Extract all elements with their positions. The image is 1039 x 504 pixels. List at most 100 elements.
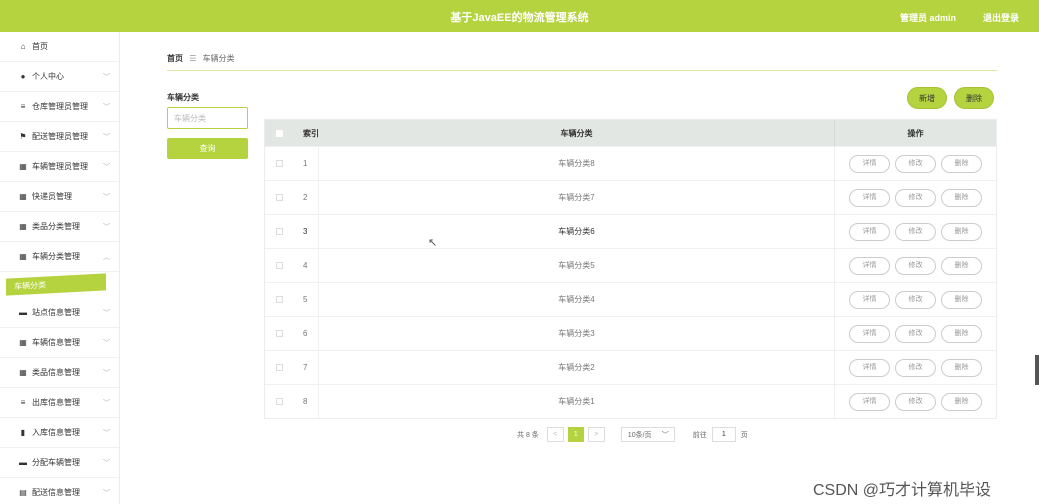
edit-button[interactable]: 修改: [895, 324, 936, 343]
row-checkbox[interactable]: [275, 296, 283, 303]
table-header: 索引 车辆分类 操作: [265, 120, 996, 146]
logout-link[interactable]: 退出登录: [983, 11, 1019, 24]
sidebar-item[interactable]: ⌂ 首页: [0, 32, 119, 62]
sidebar-item[interactable]: ⚑ 配送管理员管理 ﹀: [0, 122, 119, 152]
detail-button[interactable]: 详情: [849, 358, 890, 377]
row-delete-button[interactable]: 删除: [941, 154, 982, 173]
sidebar-item[interactable]: ▦ 类品信息管理 ﹀: [0, 358, 119, 388]
sidebar-subitem-active[interactable]: 车辆分类: [6, 273, 106, 296]
goto-label: 前往: [692, 431, 707, 439]
edit-button[interactable]: 修改: [895, 392, 936, 411]
sidebar-item[interactable]: ▦ 车辆分类管理 ︿: [0, 242, 119, 272]
detail-button[interactable]: 详情: [849, 290, 890, 309]
flag-icon: ⚑: [19, 132, 27, 141]
prev-page-button[interactable]: <: [546, 427, 564, 442]
sidebar-item[interactable]: ▮ 入库信息管理 ﹀: [0, 418, 119, 448]
grid-icon: ▦: [19, 252, 27, 261]
row-checkbox[interactable]: [275, 160, 283, 167]
sidebar-item-label: 车辆信息管理: [32, 338, 80, 347]
table-row[interactable]: 3 车辆分类6 详情 修改 删除: [265, 214, 996, 248]
row-delete-button[interactable]: 删除: [941, 222, 982, 241]
edit-button[interactable]: 修改: [895, 188, 936, 207]
chevron-icon: ﹀: [103, 224, 110, 231]
chart-icon: ▮: [20, 428, 26, 437]
sidebar-item[interactable]: ▦ 车辆信息管理 ﹀: [0, 328, 119, 358]
chevron-icon: ﹀: [103, 310, 110, 317]
row-delete-button[interactable]: 删除: [941, 358, 982, 377]
chevron-icon: ﹀: [103, 194, 110, 201]
header-ops: 操作: [907, 128, 924, 138]
row-index: 1: [293, 147, 319, 180]
breadcrumb-home[interactable]: 首页: [167, 54, 183, 63]
edit-button[interactable]: 修改: [895, 358, 936, 377]
sidebar-item-label: 个人中心: [32, 72, 64, 81]
goto-page-input[interactable]: [711, 427, 736, 442]
select-all-checkbox[interactable]: [275, 129, 283, 137]
sidebar-item[interactable]: ▦ 车辆管理员管理 ﹀: [0, 152, 119, 182]
next-page-button[interactable]: >: [587, 427, 605, 442]
sidebar-item[interactable]: ● 个人中心 ﹀: [0, 62, 119, 92]
row-delete-button[interactable]: 删除: [941, 290, 982, 309]
row-delete-button[interactable]: 删除: [941, 392, 982, 411]
edit-button[interactable]: 修改: [895, 290, 936, 309]
sidebar-item-label: 车辆分类管理: [32, 252, 80, 261]
chevron-icon: ︿: [103, 254, 110, 261]
detail-button[interactable]: 详情: [849, 188, 890, 207]
search-button[interactable]: 查询: [167, 138, 248, 159]
detail-button[interactable]: 详情: [849, 222, 890, 241]
table-row[interactable]: 4 车辆分类5 详情 修改 删除: [265, 248, 996, 282]
edit-button[interactable]: 修改: [895, 222, 936, 241]
delete-button[interactable]: 删除: [954, 87, 994, 109]
row-checkbox[interactable]: [275, 364, 283, 371]
scrollbar-thumb[interactable]: [1035, 355, 1039, 385]
sidebar-item[interactable]: ≡ 出库信息管理 ﹀: [0, 388, 119, 418]
row-checkbox[interactable]: [275, 398, 283, 405]
sidebar-item-label: 仓库管理员管理: [32, 102, 88, 111]
page-size-select[interactable]: 10条/页 ﹀: [620, 427, 675, 442]
breadcrumb-divider: [167, 70, 997, 71]
sidebar-item[interactable]: ▬ 分配车辆管理 ﹀: [0, 448, 119, 478]
sidebar-item[interactable]: ▤ 配送信息管理 ﹀: [0, 478, 119, 504]
sidebar-item[interactable]: ≡ 仓库管理员管理 ﹀: [0, 92, 119, 122]
user-icon: ●: [20, 72, 26, 81]
table-row[interactable]: 1 车辆分类8 详情 修改 删除: [265, 146, 996, 180]
app-title: 基于JavaEE的物流管理系统: [450, 12, 589, 24]
sidebar-item[interactable]: ▦ 快递员管理 ﹀: [0, 182, 119, 212]
row-name: 车辆分类8: [319, 147, 835, 180]
detail-button[interactable]: 详情: [849, 256, 890, 275]
detail-button[interactable]: 详情: [849, 324, 890, 343]
row-delete-button[interactable]: 删除: [941, 188, 982, 207]
search-input[interactable]: [167, 107, 248, 129]
row-checkbox[interactable]: [275, 228, 283, 235]
table-row[interactable]: 7 车辆分类2 详情 修改 删除: [265, 350, 996, 384]
row-actions: 详情 修改 删除: [835, 256, 996, 275]
detail-button[interactable]: 详情: [849, 392, 890, 411]
row-delete-button[interactable]: 删除: [941, 324, 982, 343]
table-row[interactable]: 5 车辆分类4 详情 修改 删除: [265, 282, 996, 316]
row-actions: 详情 修改 删除: [835, 392, 996, 411]
current-page-button[interactable]: 1: [567, 427, 584, 442]
row-checkbox[interactable]: [275, 330, 283, 337]
add-button[interactable]: 新增: [907, 87, 947, 109]
edit-button[interactable]: 修改: [895, 154, 936, 173]
row-index: 3: [293, 215, 319, 248]
edit-button[interactable]: 修改: [895, 256, 936, 275]
sidebar-item[interactable]: ▬ 站点信息管理 ﹀: [0, 298, 119, 328]
grid-icon: ▦: [19, 192, 27, 201]
row-checkbox[interactable]: [275, 262, 283, 269]
chevron-icon: ﹀: [103, 460, 110, 467]
breadcrumb: 首页 ☰ 车辆分类: [167, 53, 235, 64]
detail-button[interactable]: 详情: [849, 154, 890, 173]
table-row[interactable]: 8 车辆分类1 详情 修改 删除: [265, 384, 996, 418]
table-row[interactable]: 2 车辆分类7 详情 修改 删除: [265, 180, 996, 214]
row-index: 7: [293, 351, 319, 384]
mouse-cursor-icon: ↖: [428, 237, 438, 249]
table-row[interactable]: 6 车辆分类3 详情 修改 删除: [265, 316, 996, 350]
sidebar-item[interactable]: ▦ 类品分类管理 ﹀: [0, 212, 119, 242]
page-size-value: 10条/页: [627, 431, 652, 439]
row-delete-button[interactable]: 删除: [941, 256, 982, 275]
row-checkbox[interactable]: [275, 194, 283, 201]
chevron-icon: ﹀: [103, 370, 110, 377]
row-name: 车辆分类6: [319, 215, 835, 248]
header-name: 车辆分类: [319, 120, 835, 146]
